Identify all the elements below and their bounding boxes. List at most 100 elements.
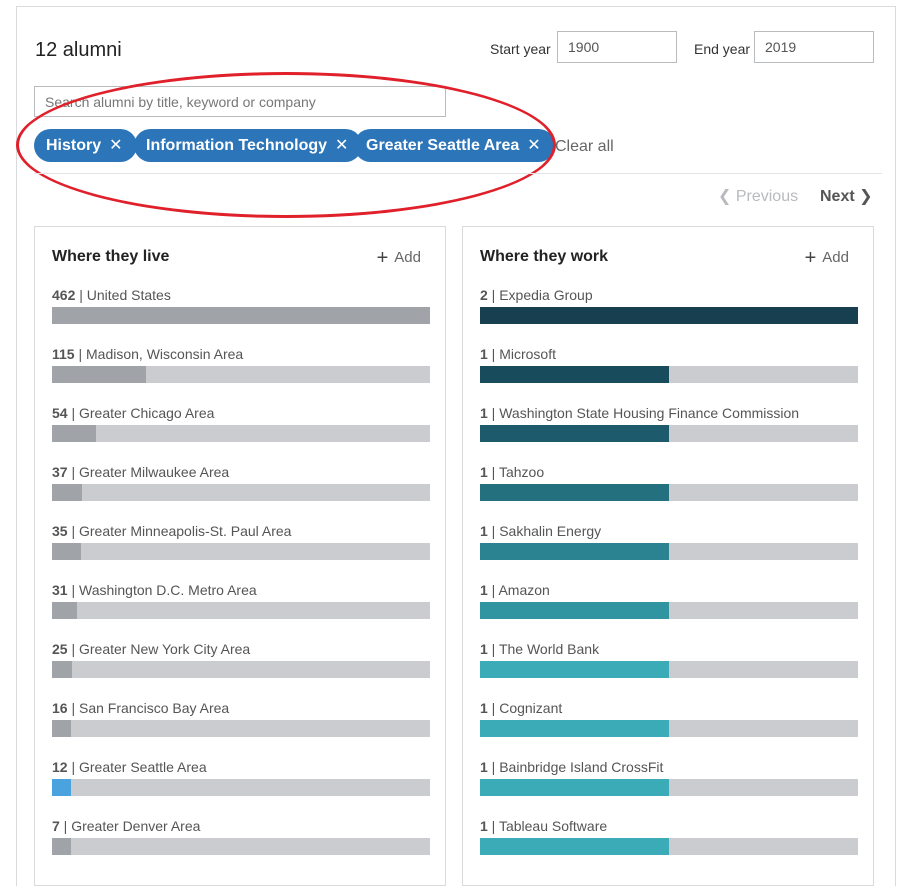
list-item-label: 12 | Greater Seattle Area: [52, 758, 430, 778]
list-item-label: 1 | Microsoft: [480, 345, 858, 365]
bar-fill: [52, 779, 71, 796]
list-item-label: 16 | San Francisco Bay Area: [52, 699, 430, 719]
close-icon[interactable]: ✕: [335, 137, 348, 154]
bar-fill: [52, 484, 82, 501]
bar-track: [480, 779, 858, 796]
filter-pill-history[interactable]: History ✕: [34, 129, 137, 162]
label-text: | Sakhalin Energy: [487, 523, 602, 539]
count: 1: [480, 759, 488, 775]
bar-track: [52, 720, 430, 737]
add-button[interactable]: + Add: [805, 247, 849, 270]
list-item-label: 1 | Washington State Housing Finance Com…: [480, 404, 858, 424]
card-title: Where they live: [52, 248, 170, 265]
label-text: | Madison, Wisconsin Area: [74, 346, 244, 362]
list-item-label: 54 | Greater Chicago Area: [52, 404, 430, 424]
label-text: | Greater Milwaukee Area: [67, 464, 230, 480]
list-item[interactable]: 35 | Greater Minneapolis-St. Paul Area: [52, 522, 430, 572]
label-text: | Tahzoo: [487, 464, 545, 480]
clear-all-link[interactable]: Clear all: [555, 138, 614, 156]
list-item-label: 31 | Washington D.C. Metro Area: [52, 581, 430, 601]
close-icon[interactable]: ✕: [527, 137, 540, 154]
list-item[interactable]: 16 | San Francisco Bay Area: [52, 699, 430, 749]
list-item[interactable]: 54 | Greater Chicago Area: [52, 404, 430, 454]
list-item-label: 1 | Tahzoo: [480, 463, 858, 483]
count: 2: [480, 287, 488, 303]
label-text: | Greater Denver Area: [59, 818, 201, 834]
bar-track: [52, 543, 430, 560]
label-text: | San Francisco Bay Area: [67, 700, 230, 716]
label-text: | United States: [75, 287, 171, 303]
list-item-label: 37 | Greater Milwaukee Area: [52, 463, 430, 483]
end-year-input[interactable]: 2019: [754, 31, 874, 63]
label-text: | Greater Seattle Area: [67, 759, 207, 775]
count: 1: [480, 346, 488, 362]
list-item[interactable]: 1 | Sakhalin Energy: [480, 522, 858, 572]
label-text: | Tableau Software: [487, 818, 608, 834]
list-item[interactable]: 37 | Greater Milwaukee Area: [52, 463, 430, 513]
bar-track: [480, 602, 858, 619]
bar-fill: [480, 602, 669, 619]
bar-fill: [480, 484, 669, 501]
list-item[interactable]: 115 | Madison, Wisconsin Area: [52, 345, 430, 395]
bar-fill: [52, 543, 81, 560]
count: 115: [52, 346, 75, 362]
list-item-label: 462 | United States: [52, 286, 430, 306]
count: 25: [52, 641, 68, 657]
label-text: | Microsoft: [487, 346, 556, 362]
count: 1: [480, 700, 488, 716]
bar-track: [52, 366, 430, 383]
list-item-label: 1 | Amazon: [480, 581, 858, 601]
previous-button[interactable]: ❮ Previous: [718, 186, 798, 206]
divider: [34, 173, 882, 174]
where-they-work-card: Where they work + Add 2 | Expedia Group 1 …: [462, 226, 874, 886]
count: 1: [480, 818, 488, 834]
where-they-live-card: Where they live + Add 462 | United States…: [34, 226, 446, 886]
list-item[interactable]: 1 | Amazon: [480, 581, 858, 631]
list-item[interactable]: 1 | Cognizant: [480, 699, 858, 749]
filter-pill-greater-seattle-area[interactable]: Greater Seattle Area ✕: [354, 129, 555, 162]
label-text: | Bainbridge Island CrossFit: [487, 759, 664, 775]
bar-fill: [52, 602, 77, 619]
bar-fill: [52, 425, 96, 442]
bar-fill: [480, 661, 669, 678]
list-item[interactable]: 1 | Bainbridge Island CrossFit: [480, 758, 858, 808]
list-item[interactable]: 462 | United States: [52, 286, 430, 336]
start-year-input[interactable]: 1900: [557, 31, 677, 63]
label-text: | Greater Chicago Area: [67, 405, 215, 421]
bar-track: [480, 484, 858, 501]
filter-pill-label: History: [46, 137, 102, 154]
count: 35: [52, 523, 68, 539]
list-item-label: 35 | Greater Minneapolis-St. Paul Area: [52, 522, 430, 542]
bar-track: [52, 779, 430, 796]
close-icon[interactable]: ✕: [109, 137, 122, 154]
bar-track: [480, 720, 858, 737]
list-item[interactable]: 1 | Tableau Software: [480, 817, 858, 867]
bar-fill: [52, 720, 71, 737]
list-item-label: 2 | Expedia Group: [480, 286, 858, 306]
count: 12: [52, 759, 68, 775]
list-item[interactable]: 1 | The World Bank: [480, 640, 858, 690]
list-item[interactable]: 31 | Washington D.C. Metro Area: [52, 581, 430, 631]
list-item[interactable]: 1 | Washington State Housing Finance Com…: [480, 404, 858, 454]
filter-pill-information-technology[interactable]: Information Technology ✕: [134, 129, 363, 162]
list-item[interactable]: 1 | Microsoft: [480, 345, 858, 395]
list-item[interactable]: 2 | Expedia Group: [480, 286, 858, 336]
search-input[interactable]: [34, 86, 446, 117]
list-item-label: 1 | The World Bank: [480, 640, 858, 660]
bar-fill: [480, 425, 669, 442]
bar-track: [52, 484, 430, 501]
bar-fill: [52, 661, 72, 678]
list-item[interactable]: 12 | Greater Seattle Area: [52, 758, 430, 808]
list-item-label: 1 | Cognizant: [480, 699, 858, 719]
page-title: 12 alumni: [35, 39, 122, 61]
bar-track: [52, 425, 430, 442]
next-button[interactable]: Next ❯: [820, 186, 873, 206]
list-item[interactable]: 25 | Greater New York City Area: [52, 640, 430, 690]
add-button[interactable]: + Add: [377, 247, 421, 270]
list-item[interactable]: 7 | Greater Denver Area: [52, 817, 430, 867]
count: 37: [52, 464, 68, 480]
filter-pill-label: Greater Seattle Area: [366, 137, 520, 154]
list-item-label: 1 | Sakhalin Energy: [480, 522, 858, 542]
filter-pill-label: Information Technology: [146, 137, 328, 154]
list-item[interactable]: 1 | Tahzoo: [480, 463, 858, 513]
